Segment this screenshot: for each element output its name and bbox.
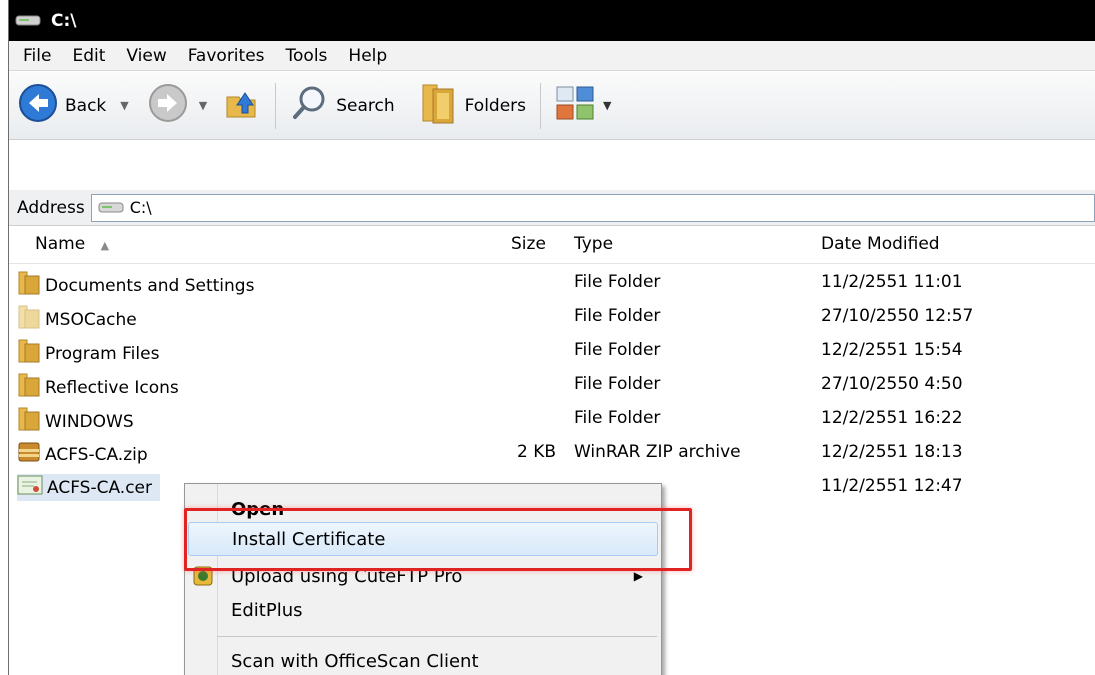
column-header-date[interactable]: Date Modified	[821, 234, 940, 254]
menu-item-open[interactable]: Open	[185, 492, 661, 526]
item-date: 12/2/2551 16:22	[821, 408, 963, 428]
list-item[interactable]: Program Files File Folder 12/2/2551 15:5…	[9, 334, 1095, 368]
address-bar: Address C:\	[9, 190, 1095, 226]
item-date: 12/2/2551 18:13	[821, 442, 963, 462]
list-item[interactable]: Documents and Settings File Folder 11/2/…	[9, 266, 1095, 300]
item-name: MSOCache	[45, 309, 137, 330]
menu-item-scan-officescan[interactable]: Scan with OfficeScan Client	[185, 644, 661, 675]
item-name: Program Files	[45, 343, 160, 364]
views-button[interactable]: ▼	[551, 80, 615, 132]
menu-item-editplus[interactable]: EditPlus	[185, 593, 661, 627]
menu-item-install-certificate[interactable]: Install Certificate	[188, 522, 658, 556]
forward-button[interactable]: ▼	[143, 80, 211, 132]
certificate-icon	[17, 474, 43, 501]
drive-icon	[98, 198, 124, 217]
chevron-down-icon[interactable]: ▼	[199, 99, 207, 112]
menu-item-label: EditPlus	[231, 599, 303, 621]
hidden-folder-icon	[17, 304, 41, 335]
sort-ascending-icon: ▲	[100, 239, 110, 252]
folder-icon	[17, 372, 41, 403]
back-arrow-icon	[17, 82, 59, 129]
menu-item-label: Upload using CuteFTP Pro	[231, 565, 463, 587]
menu-help[interactable]: Help	[340, 46, 400, 66]
column-header-size[interactable]: Size	[511, 234, 546, 254]
search-button[interactable]: Search	[286, 80, 398, 132]
explorer-window: C:\ File Edit View Favorites Tools Help …	[8, 0, 1095, 675]
item-type: WinRAR ZIP archive	[574, 442, 741, 462]
menu-file[interactable]: File	[15, 46, 64, 66]
menu-tools[interactable]: Tools	[278, 46, 341, 66]
item-type: File Folder	[574, 306, 661, 326]
column-header-name[interactable]: Name ▲	[35, 234, 109, 254]
zip-archive-icon	[17, 440, 41, 469]
folders-icon	[419, 81, 459, 130]
toolbar-separator	[275, 82, 277, 129]
up-folder-button[interactable]	[217, 80, 265, 132]
list-item[interactable]: WINDOWS File Folder 12/2/2551 16:22	[9, 402, 1095, 436]
drive-icon	[15, 11, 41, 31]
menu-view[interactable]: View	[118, 46, 179, 66]
address-value: C:\	[129, 198, 152, 217]
column-header-type[interactable]: Type	[574, 234, 613, 254]
up-folder-icon	[221, 83, 261, 128]
menu-item-label: Scan with OfficeScan Client	[231, 650, 479, 672]
item-name: Documents and Settings	[45, 275, 255, 296]
folders-label: Folders	[464, 95, 527, 116]
item-name: ACFS-CA.zip	[45, 444, 148, 465]
item-type: File Folder	[574, 340, 661, 360]
window-title: C:\	[51, 10, 77, 31]
back-button[interactable]: Back ▼	[13, 80, 133, 132]
context-menu: Open Install Certificate Upload using Cu…	[184, 483, 662, 675]
item-date: 11/2/2551 11:01	[821, 272, 963, 292]
menu-item-label: Open	[231, 498, 285, 520]
menu-item-upload-cuteftp[interactable]: Upload using CuteFTP Pro ▶	[185, 559, 661, 593]
folders-button[interactable]: Folders	[415, 80, 530, 132]
standard-toolbar: Back ▼ ▼ Search Folders ▼	[9, 72, 1095, 140]
menu-bar: File Edit View Favorites Tools Help	[9, 41, 1095, 71]
menu-item-label: Install Certificate	[232, 528, 386, 550]
item-date: 11/2/2551 12:47	[821, 476, 963, 496]
menu-edit[interactable]: Edit	[64, 46, 118, 66]
menu-separator	[217, 636, 657, 637]
item-type: File Folder	[574, 408, 661, 428]
search-icon	[290, 83, 330, 128]
item-name: ACFS-CA.cer	[47, 477, 153, 498]
forward-arrow-icon	[147, 82, 189, 129]
item-size: 2 KB	[517, 442, 557, 462]
toolbar-separator	[540, 82, 542, 129]
search-label: Search	[336, 95, 395, 116]
item-date: 27/10/2550 12:57	[821, 306, 974, 326]
item-name: WINDOWS	[45, 411, 134, 432]
menu-favorites[interactable]: Favorites	[180, 46, 278, 66]
folder-icon	[17, 406, 41, 437]
item-date: 12/2/2551 15:54	[821, 340, 963, 360]
item-date: 27/10/2550 4:50	[821, 374, 963, 394]
column-header-name-label: Name	[35, 234, 86, 254]
folder-icon	[17, 338, 41, 369]
list-item[interactable]: MSOCache File Folder 27/10/2550 12:57	[9, 300, 1095, 334]
list-header: Name ▲ Size Type Date Modified	[9, 226, 1095, 264]
cuteftp-icon	[193, 566, 213, 591]
submenu-arrow-icon: ▶	[633, 569, 643, 583]
chevron-down-icon[interactable]: ▼	[120, 99, 128, 112]
address-input[interactable]: C:\	[90, 193, 1095, 222]
views-icon	[555, 85, 597, 126]
list-item[interactable]: ACFS-CA.zip 2 KB WinRAR ZIP archive 12/2…	[9, 436, 1095, 470]
item-name: Reflective Icons	[45, 377, 179, 398]
title-bar[interactable]: C:\	[9, 0, 1095, 41]
folder-icon	[17, 270, 41, 301]
chevron-down-icon[interactable]: ▼	[603, 99, 611, 112]
item-type: File Folder	[574, 374, 661, 394]
back-label: Back	[65, 95, 107, 116]
address-label: Address	[17, 197, 85, 218]
item-type: File Folder	[574, 272, 661, 292]
list-item[interactable]: Reflective Icons File Folder 27/10/2550 …	[9, 368, 1095, 402]
